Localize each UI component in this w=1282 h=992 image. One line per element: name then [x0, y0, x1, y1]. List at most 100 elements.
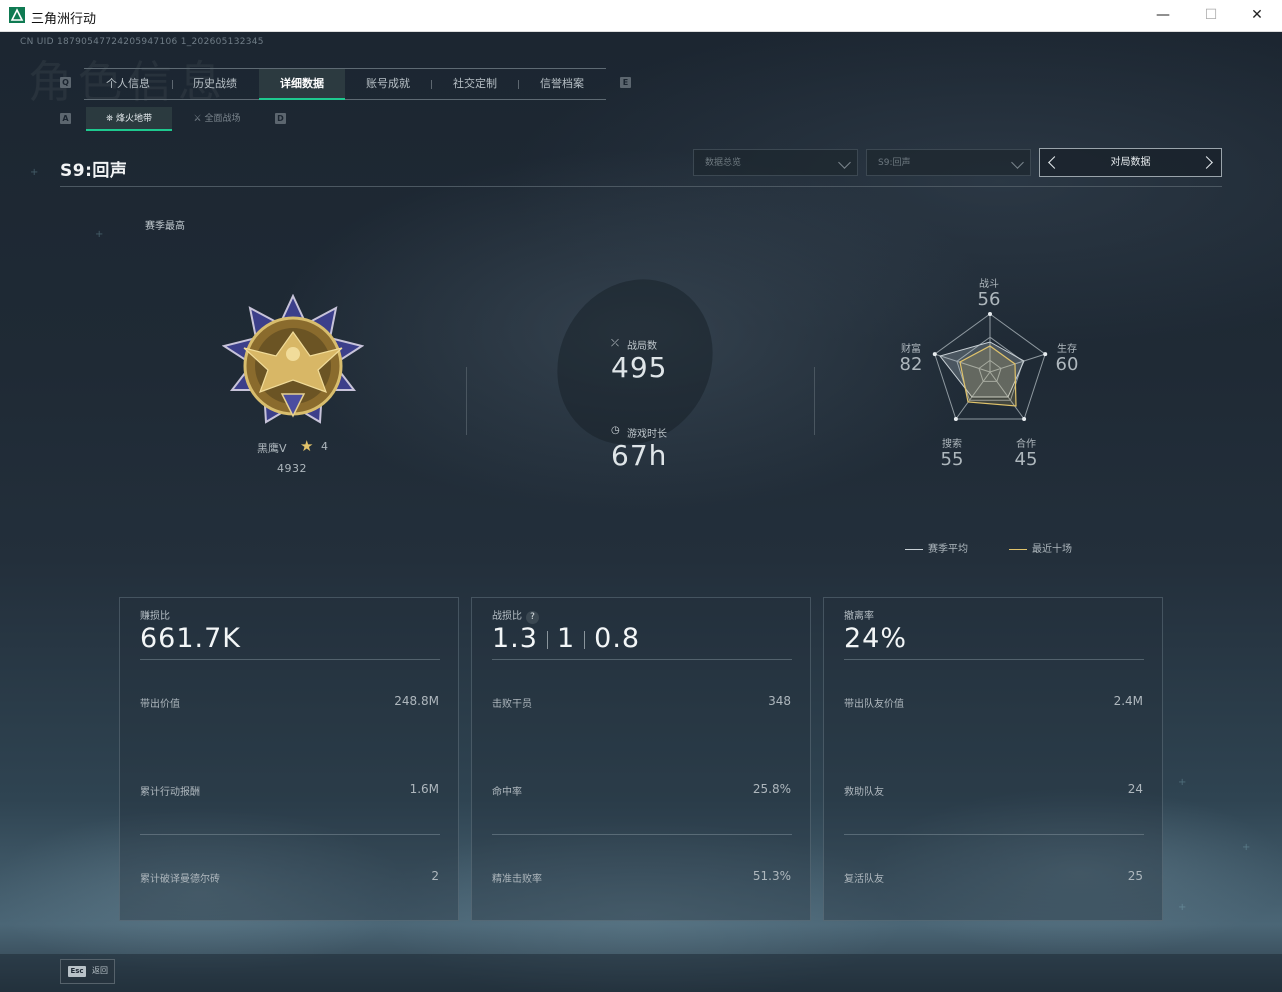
- chevron-down-icon: [838, 156, 851, 169]
- decor-plus-icon: +: [30, 167, 39, 178]
- chevron-right-icon[interactable]: [1200, 156, 1213, 169]
- hazard-zone-icon: ⛯: [105, 114, 117, 124]
- tab-mode-full-battlefield[interactable]: ⚔ 全面战场: [174, 107, 260, 131]
- tab-mode-hazard-zone[interactable]: ⛯ 烽火地带: [86, 107, 172, 131]
- stat-row-label: 击败干员: [492, 699, 532, 710]
- pager-label: 对局数据: [1110, 157, 1151, 168]
- stat-row-value: 348: [768, 694, 791, 708]
- card-main-value: 24%: [844, 623, 908, 654]
- section-divider: [814, 367, 815, 435]
- season-best-label: 赛季最高: [145, 221, 185, 232]
- kd-ratio-value: 0.8: [594, 623, 641, 654]
- stat-row-label: 复活队友: [844, 874, 884, 885]
- radar-label-wealth: 财富: [901, 344, 921, 355]
- profit-card: 赚损比 661.7K 带出价值 248.8M 累计行动报酬 1.6M 累计破译曼…: [119, 597, 459, 921]
- decor-plus-icon: +: [1178, 902, 1187, 913]
- card-divider: [492, 659, 792, 660]
- subtab-next-key[interactable]: D: [275, 113, 286, 124]
- decor-plus-icon: +: [1242, 842, 1251, 853]
- radar-value-combat: 56: [977, 289, 1001, 310]
- radar-label-combat: 战斗: [979, 279, 999, 290]
- subtab-prev-key[interactable]: A: [60, 113, 71, 124]
- back-label: 返回: [92, 966, 108, 975]
- rank-badge-icon: [222, 294, 364, 424]
- tab-prev-key[interactable]: Q: [60, 77, 71, 88]
- card-divider: [844, 834, 1144, 835]
- stat-row-label: 带出队友价值: [844, 699, 904, 710]
- radar-value-search: 55: [940, 449, 964, 470]
- tab-credit-profile[interactable]: 信誉档案: [519, 69, 605, 99]
- star-icon: ★: [300, 437, 314, 455]
- close-button[interactable]: ✕: [1234, 0, 1280, 31]
- tab-mode-label: 全面战场: [204, 114, 241, 124]
- dropdown-value: S9:回声: [878, 158, 911, 168]
- rank-star-count: 4: [321, 440, 328, 453]
- minimize-button[interactable]: —: [1140, 0, 1186, 31]
- esc-key-hint: Esc: [68, 966, 86, 977]
- card-divider: [492, 834, 792, 835]
- extraction-card: 撤离率 24% 带出队友价值 2.4M 救助队友 24 复活队友 25: [823, 597, 1163, 921]
- card-title: 撤离率: [844, 611, 874, 622]
- legend-season-average: 赛季平均: [905, 540, 968, 555]
- dropdown-value: 数据总览: [705, 158, 742, 168]
- tab-match-history[interactable]: 历史战绩: [172, 69, 258, 99]
- season-dropdown[interactable]: S9:回声: [866, 149, 1031, 176]
- game-stage: 角色信息 CN UID 18790547724205947106 1_20260…: [0, 32, 1282, 992]
- kd-card: 战损比? 1.3 1 0.8 击败干员 348 命中率 25.8% 精准击败率 51…: [471, 597, 811, 921]
- match-data-pager: 对局数据: [1039, 148, 1222, 177]
- radar-label-search: 搜索: [942, 439, 962, 450]
- stat-row-label: 累计行动报酬: [140, 787, 200, 798]
- decor-plus-icon: +: [95, 229, 104, 240]
- tab-social[interactable]: 社交定制: [432, 69, 518, 99]
- card-title: 赚损比: [140, 611, 170, 622]
- tab-personal-info[interactable]: 个人信息: [85, 69, 171, 99]
- kd-ratios: 1.3 1 0.8: [492, 623, 640, 654]
- battlefield-icon: ⚔: [193, 114, 205, 124]
- ability-radar-chart: [932, 312, 1048, 421]
- chevron-left-icon[interactable]: [1048, 156, 1061, 169]
- player-uid: CN UID 18790547724205947106 1_2026051323…: [20, 37, 264, 47]
- chevron-down-icon: [1011, 156, 1024, 169]
- legend-recent-ten: 最近十场: [1009, 540, 1072, 555]
- card-title-row: 战损比?: [492, 607, 539, 624]
- stat-row-label: 救助队友: [844, 787, 884, 798]
- stat-row-value: 1.6M: [409, 782, 439, 796]
- back-button[interactable]: Esc 返回: [60, 959, 115, 984]
- tab-detailed-data[interactable]: 详细数据: [259, 69, 345, 100]
- stat-row-value: 2.4M: [1113, 694, 1143, 708]
- stat-row-value: 25: [1127, 869, 1143, 883]
- header-divider: [60, 186, 1222, 187]
- stat-row-label: 命中率: [492, 787, 522, 798]
- clock-icon: ◷: [611, 425, 620, 436]
- radar-label-survival: 生存: [1057, 344, 1077, 355]
- radar-value-survival: 60: [1055, 354, 1079, 375]
- stat-row-value: 2: [431, 869, 439, 883]
- card-divider: [140, 834, 440, 835]
- stat-row-value: 24: [1127, 782, 1143, 796]
- legend-label: 最近十场: [1032, 544, 1072, 555]
- mode-tab-bar: ⛯ 烽火地带 ⚔ 全面战场: [86, 107, 262, 131]
- matches-icon: ⤫: [611, 338, 619, 349]
- ratio-divider: [546, 630, 548, 649]
- playtime-label: 游戏时长: [627, 429, 667, 440]
- matches-label: 战局数: [627, 341, 657, 352]
- stat-row-label: 带出价值: [140, 699, 180, 710]
- card-divider: [844, 659, 1144, 660]
- stat-row-value: 51.3%: [752, 869, 791, 883]
- kd-ratio-value: 1.3: [492, 623, 538, 654]
- decor-plus-icon: +: [1178, 777, 1187, 788]
- radar-value-wealth: 82: [899, 354, 923, 375]
- rank-score: 4932: [277, 462, 307, 475]
- tab-next-key[interactable]: E: [620, 77, 631, 88]
- legend-swatch-gold: [1009, 548, 1027, 550]
- tab-mode-label: 烽火地带: [116, 114, 153, 124]
- season-title: S9:回声: [60, 161, 128, 181]
- rank-name: 黑鹰V: [257, 442, 287, 455]
- stat-row-label: 精准击败率: [492, 874, 542, 885]
- card-title: 战损比: [492, 611, 522, 622]
- data-type-dropdown[interactable]: 数据总览: [693, 149, 858, 176]
- tab-achievements[interactable]: 账号成就: [345, 69, 431, 99]
- window-title: 三角洲行动: [31, 12, 97, 27]
- section-divider: [466, 367, 467, 435]
- maximize-button[interactable]: ☐: [1188, 0, 1234, 31]
